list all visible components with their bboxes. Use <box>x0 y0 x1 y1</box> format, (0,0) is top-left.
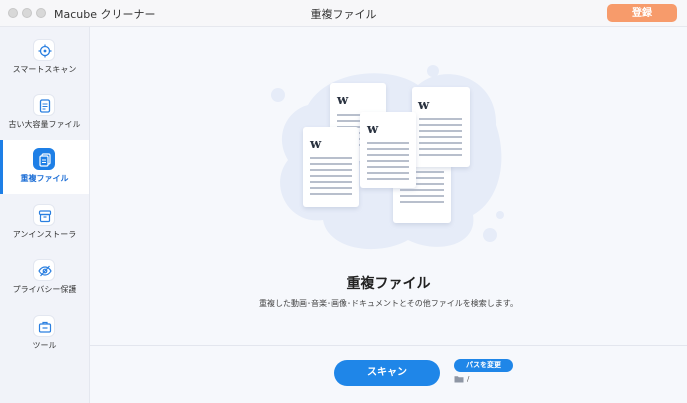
register-button[interactable]: 登録 <box>607 4 677 22</box>
sidebar-item-privacy[interactable]: プライバシー保護 <box>0 251 89 305</box>
sidebar-item-duplicate-files[interactable]: 重複ファイル <box>0 140 89 194</box>
package-box-icon <box>33 204 55 226</box>
eye-slash-icon <box>33 259 55 281</box>
active-indicator <box>0 140 3 194</box>
footer-divider <box>90 345 687 346</box>
duplicate-files-icon <box>33 148 55 170</box>
svg-text:w: w <box>366 122 379 137</box>
window-title: 重複ファイル <box>310 8 377 21</box>
main-panel: w w w w 重複ファイル 重複した動画･音楽･画像･ドキュメントとその他ファ… <box>90 27 687 403</box>
sidebar-item-tools[interactable]: ツール <box>0 307 89 361</box>
sidebar-item-smart-scan[interactable]: スマートスキャン <box>0 31 89 85</box>
page-heading: 重複ファイル <box>346 276 431 292</box>
svg-text:w: w <box>417 98 430 113</box>
sidebar-item-old-large-files[interactable]: 古い大容量ファイル <box>0 86 89 140</box>
target-icon <box>33 39 55 61</box>
duplicate-files-illustration: w w w w <box>271 65 504 250</box>
sidebar-item-label: 古い大容量ファイル <box>8 120 81 129</box>
scan-path-value: / <box>467 375 470 383</box>
change-path-button[interactable]: パスを変更 <box>454 359 513 372</box>
sidebar-item-label: ツール <box>32 341 57 350</box>
svg-text:w: w <box>336 93 349 108</box>
sidebar-item-label: スマートスキャン <box>12 65 77 74</box>
app-window: Macube クリーナー 重複ファイル 登録 スマートスキャン 古い大容量ファイ… <box>0 0 687 403</box>
toolbox-icon <box>33 315 55 337</box>
folder-icon <box>454 376 464 383</box>
scan-button[interactable]: スキャン <box>334 360 440 386</box>
svg-text:w: w <box>309 137 322 152</box>
sidebar-item-uninstaller[interactable]: アンインストーラ <box>0 196 89 250</box>
sidebar-item-label: アンインストーラ <box>12 230 77 239</box>
sidebar: スマートスキャン 古い大容量ファイル 重複ファイル アンインストーラ プライバシ… <box>0 27 90 403</box>
page-description: 重複した動画･音楽･画像･ドキュメントとその他ファイルを検索します。 <box>259 299 518 308</box>
sidebar-item-label: プライバシー保護 <box>12 285 77 294</box>
sidebar-item-label: 重複ファイル <box>20 174 69 183</box>
title-bar: Macube クリーナー 重複ファイル 登録 <box>0 0 687 27</box>
document-icon <box>33 94 55 116</box>
